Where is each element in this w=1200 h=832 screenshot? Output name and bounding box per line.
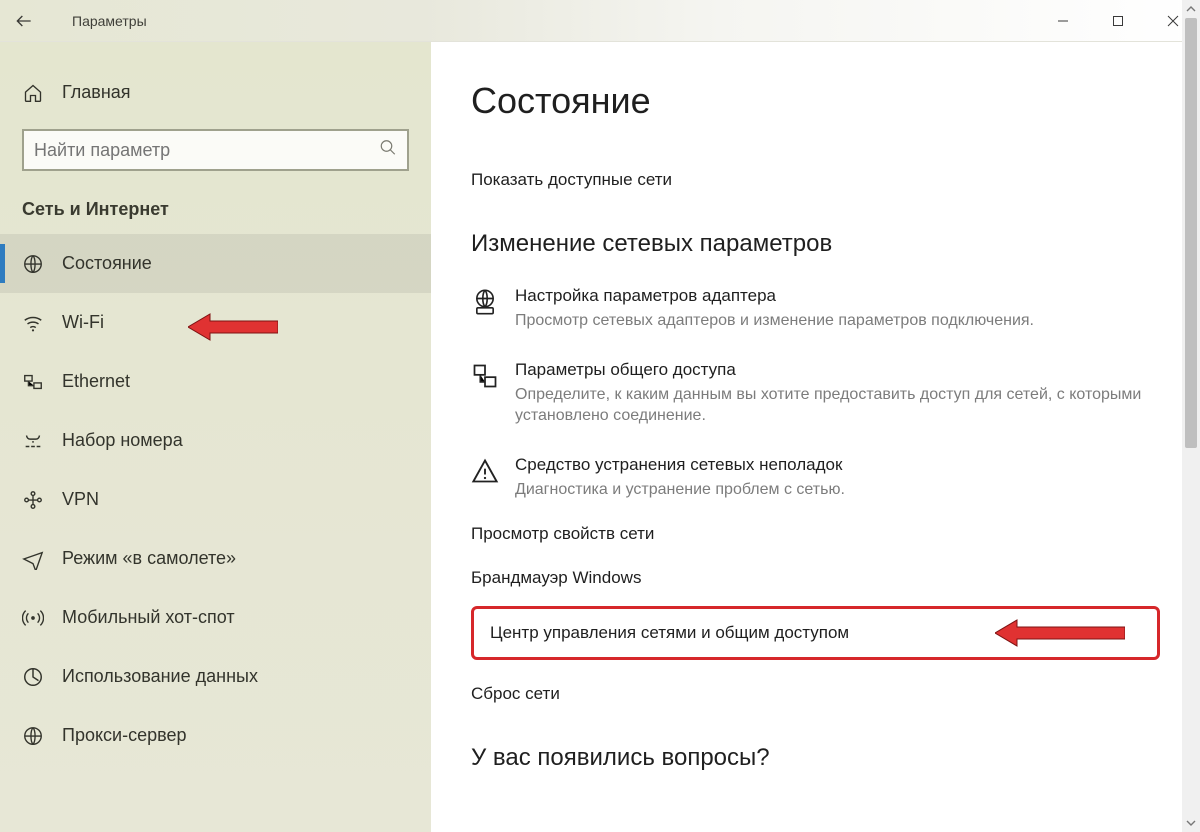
section-label: Сеть и Интернет (22, 199, 409, 220)
hotspot-icon (22, 607, 44, 629)
arrow-left-icon (14, 11, 34, 31)
nav-item-vpn[interactable]: VPN (0, 470, 431, 529)
nav-label: Набор номера (62, 430, 183, 451)
home-label: Главная (62, 82, 131, 103)
data-usage-icon (22, 666, 44, 688)
scroll-up-button[interactable] (1182, 0, 1200, 18)
option-desc: Определите, к каким данным вы хотите пре… (515, 384, 1160, 427)
minimize-icon (1057, 15, 1069, 27)
nav-item-wifi[interactable]: Wi-Fi (0, 293, 431, 352)
scrollbar[interactable] (1182, 0, 1200, 832)
nav-item-dialup[interactable]: Набор номера (0, 411, 431, 470)
vpn-icon (22, 489, 44, 511)
nav-label: Прокси-сервер (62, 725, 187, 746)
sidebar: Главная Сеть и Интернет Состояние Wi-Fi … (0, 42, 431, 832)
minimize-button[interactable] (1035, 0, 1090, 42)
annotation-arrow-icon (995, 616, 1125, 650)
link-reset[interactable]: Сброс сети (471, 684, 1160, 704)
globe-icon (22, 253, 44, 275)
link-sharing-center: Центр управления сетями и общим доступом (490, 623, 849, 643)
bottom-heading: У вас появились вопросы? (471, 744, 1160, 772)
nav-label: Использование данных (62, 666, 258, 687)
scroll-thumb[interactable] (1185, 18, 1197, 448)
adapter-icon (471, 288, 501, 318)
back-button[interactable] (4, 0, 44, 42)
link-firewall[interactable]: Брандмауэр Windows (471, 568, 1160, 588)
maximize-icon (1112, 15, 1124, 27)
search-input[interactable] (22, 129, 409, 171)
warning-icon (471, 457, 501, 487)
nav-item-data-usage[interactable]: Использование данных (0, 647, 431, 706)
airplane-icon (22, 548, 44, 570)
proxy-icon (22, 725, 44, 747)
nav-item-status[interactable]: Состояние (0, 234, 431, 293)
option-sharing[interactable]: Параметры общего доступа Определите, к к… (471, 360, 1160, 427)
close-icon (1167, 15, 1179, 27)
wifi-icon (22, 312, 44, 334)
link-sharing-center-highlight[interactable]: Центр управления сетями и общим доступом (471, 606, 1160, 660)
subheading: Изменение сетевых параметров (471, 230, 1160, 258)
option-desc: Просмотр сетевых адаптеров и изменение п… (515, 310, 1034, 332)
dialup-icon (22, 430, 44, 452)
option-title: Параметры общего доступа (515, 360, 1160, 380)
nav-label: Состояние (62, 253, 152, 274)
sharing-icon (471, 362, 501, 392)
main-panel: Состояние Показать доступные сети Измене… (431, 42, 1200, 832)
show-networks-link[interactable]: Показать доступные сети (471, 170, 672, 190)
option-desc: Диагностика и устранение проблем с сетью… (515, 479, 845, 501)
nav-label: Ethernet (62, 371, 130, 392)
nav-label: VPN (62, 489, 99, 510)
link-view-properties[interactable]: Просмотр свойств сети (471, 524, 1160, 544)
nav-label: Мобильный хот-спот (62, 607, 235, 628)
option-troubleshoot[interactable]: Средство устранения сетевых неполадок Ди… (471, 455, 1160, 501)
option-title: Средство устранения сетевых неполадок (515, 455, 845, 475)
nav-label: Wi-Fi (62, 312, 104, 333)
nav-label: Режим «в самолете» (62, 548, 236, 569)
titlebar: Параметры (0, 0, 1200, 42)
option-title: Настройка параметров адаптера (515, 286, 1034, 306)
nav-item-ethernet[interactable]: Ethernet (0, 352, 431, 411)
ethernet-icon (22, 371, 44, 393)
home-icon (22, 83, 44, 103)
maximize-button[interactable] (1090, 0, 1145, 42)
window-title: Параметры (72, 13, 147, 29)
page-heading: Состояние (471, 80, 1160, 122)
nav-item-hotspot[interactable]: Мобильный хот-спот (0, 588, 431, 647)
search-icon (379, 139, 397, 162)
nav-item-proxy[interactable]: Прокси-сервер (0, 706, 431, 765)
home-button[interactable]: Главная (0, 72, 431, 113)
nav-item-airplane[interactable]: Режим «в самолете» (0, 529, 431, 588)
scroll-down-button[interactable] (1182, 814, 1200, 832)
option-adapter[interactable]: Настройка параметров адаптера Просмотр с… (471, 286, 1160, 332)
